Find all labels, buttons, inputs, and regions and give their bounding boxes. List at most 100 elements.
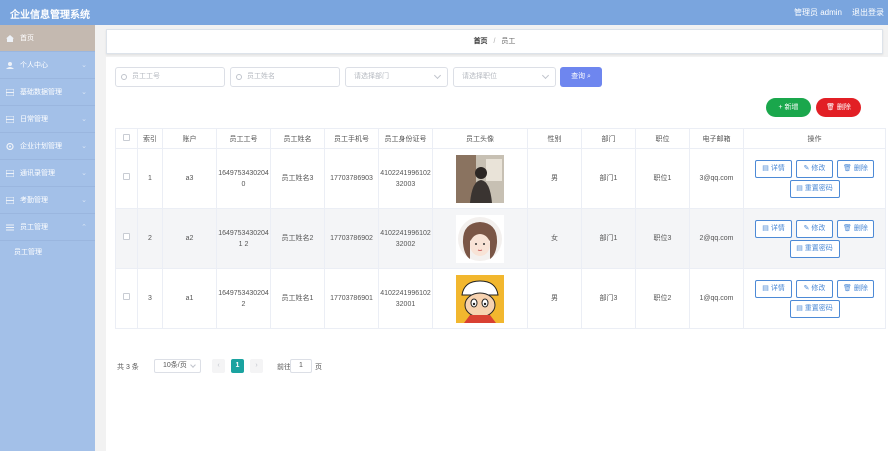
reset-password-label: 重置密码 xyxy=(804,304,833,312)
department-select[interactable]: 请选择部门 xyxy=(345,67,448,87)
cell-account: a3 xyxy=(162,148,217,209)
column-header: 操作 xyxy=(743,128,886,149)
reset-password-button[interactable]: ▤ 重置密码 xyxy=(789,179,840,198)
reset-password-button[interactable]: ▤ 重置密码 xyxy=(789,299,840,318)
row-checkbox[interactable] xyxy=(123,293,130,300)
edit-button[interactable]: ✎ 修改 xyxy=(796,159,833,178)
position-placeholder: 请选择职位 xyxy=(462,73,497,80)
chevron-down-icon: ⌄ xyxy=(81,197,87,204)
employee-name-placeholder: 员工姓名 xyxy=(247,73,275,80)
detail-button[interactable]: ▤ 详情 xyxy=(755,159,793,178)
delete-button[interactable]: 🗑 删除 xyxy=(836,279,874,298)
batch-delete-label: 删除 xyxy=(836,104,851,111)
breadcrumb-current: 员工 xyxy=(501,38,516,45)
chevron-down-icon xyxy=(433,71,442,80)
user-icon xyxy=(6,61,14,69)
sidebar-item-contacts[interactable]: 通讯录管理 ⌄ xyxy=(0,160,95,187)
grid-icon xyxy=(6,115,14,123)
chevron-down-icon xyxy=(541,71,550,80)
sidebar-item-employee[interactable]: 员工管理 ⌃ xyxy=(0,214,95,241)
edit-button[interactable]: ✎ 修改 xyxy=(796,279,833,298)
column-header: 账户 xyxy=(162,128,217,149)
sidebar-item-label: 企业计划管理 xyxy=(19,143,62,150)
cell-id-card: 410224199610232002 xyxy=(378,208,433,269)
reset-password-label: 重置密码 xyxy=(804,184,833,192)
cell-account: a2 xyxy=(162,208,217,269)
cell-id-card: 410224199610232001 xyxy=(378,268,433,329)
detail-label: 详情 xyxy=(770,284,785,292)
employee-table: 索引 账户 员工工号 员工姓名 员工手机号 员工身份证号 员工头像 性别 部门 … xyxy=(115,128,886,329)
delete-button[interactable]: 🗑 删除 xyxy=(836,159,874,178)
cartoon-boy-avatar xyxy=(456,274,504,323)
employee-no-input[interactable]: 员工工号 xyxy=(115,67,225,87)
app-title: 企业信息管理系统 xyxy=(10,10,90,21)
prev-page-button[interactable]: ‹ xyxy=(212,359,225,373)
delete-label: 删除 xyxy=(853,284,868,292)
select-all-cell[interactable] xyxy=(115,128,138,149)
detail-button[interactable]: ▤ 详情 xyxy=(755,219,793,238)
cell-name: 员工姓名3 xyxy=(270,148,325,209)
breadcrumb: 首页 / 员工 xyxy=(106,29,883,54)
cell-avatar xyxy=(432,148,528,209)
department-placeholder: 请选择部门 xyxy=(354,73,389,80)
row-checkbox[interactable] xyxy=(123,173,130,180)
sidebar-item-personal-center[interactable]: 个人中心 ⌄ xyxy=(0,52,95,79)
breadcrumb-separator: / xyxy=(493,38,496,45)
employee-no-placeholder: 员工工号 xyxy=(132,73,160,80)
current-user-label: 管理员 admin xyxy=(793,8,842,17)
cell-gender: 男 xyxy=(527,268,582,329)
search-icon xyxy=(121,74,127,80)
next-page-button[interactable]: › xyxy=(250,359,263,373)
search-icon xyxy=(236,74,242,80)
chevron-down-icon: ⌄ xyxy=(81,116,87,123)
page-number-current[interactable]: 1 xyxy=(231,359,244,373)
select-all-checkbox[interactable] xyxy=(123,134,130,141)
column-header: 性别 xyxy=(527,128,582,149)
sidebar-item-home[interactable]: 首页 xyxy=(0,25,95,52)
logout-link[interactable]: 退出登录 xyxy=(852,7,884,18)
cell-email: 2@qq.com xyxy=(689,208,744,269)
cell-index: 1 xyxy=(137,148,163,209)
cell-emp-no: 16497534302042 xyxy=(216,268,271,329)
add-button[interactable]: + 新增 xyxy=(766,98,811,117)
grid-icon xyxy=(6,196,14,204)
cell-email: 3@qq.com xyxy=(689,148,744,209)
page-size-select[interactable]: 10条/页 xyxy=(154,359,201,373)
edit-label: 修改 xyxy=(811,284,826,292)
cell-avatar xyxy=(432,268,528,329)
sidebar-subitem-employee-management[interactable]: 员工管理 xyxy=(0,241,95,265)
column-header: 员工手机号 xyxy=(324,128,379,149)
sidebar-item-plan[interactable]: 企业计划管理 ⌄ xyxy=(0,133,95,160)
sidebar-item-basic-data[interactable]: 基础数据管理 ⌄ xyxy=(0,79,95,106)
delete-label: 删除 xyxy=(853,164,868,172)
detail-button[interactable]: ▤ 详情 xyxy=(755,279,793,298)
delete-label: 删除 xyxy=(853,224,868,232)
chevron-up-icon: ⌃ xyxy=(81,224,87,231)
edit-button[interactable]: ✎ 修改 xyxy=(796,219,833,238)
employee-name-input[interactable]: 员工姓名 xyxy=(230,67,340,87)
column-header: 员工身份证号 xyxy=(378,128,433,149)
cell-emp-no: 16497534302040 xyxy=(216,148,271,209)
query-label: 查询 xyxy=(571,73,586,80)
cell-avatar xyxy=(432,208,528,269)
goto-page-input[interactable]: 1 xyxy=(290,359,312,373)
batch-delete-button[interactable]: 🗑 删除 xyxy=(816,98,861,117)
cell-dept: 部门1 xyxy=(581,208,636,269)
grid-icon xyxy=(6,169,14,177)
sidebar-item-label: 日常管理 xyxy=(19,116,48,123)
cartoon-girl-avatar xyxy=(456,214,504,263)
reset-password-button[interactable]: ▤ 重置密码 xyxy=(789,239,840,258)
sidebar-item-daily[interactable]: 日常管理 ⌄ xyxy=(0,106,95,133)
sidebar-item-attendance[interactable]: 考勤管理 ⌄ xyxy=(0,187,95,214)
column-header: 职位 xyxy=(635,128,690,149)
delete-button[interactable]: 🗑 删除 xyxy=(836,219,874,238)
position-select[interactable]: 请选择职位 xyxy=(453,67,556,87)
row-checkbox[interactable] xyxy=(123,233,130,240)
query-button[interactable]: 查询 ⌕ xyxy=(560,67,602,87)
breadcrumb-home[interactable]: 首页 xyxy=(474,38,488,45)
cell-index: 3 xyxy=(137,268,163,329)
chevron-down-icon: ⌄ xyxy=(81,170,87,177)
edit-label: 修改 xyxy=(811,164,826,172)
cell-name: 员工姓名2 xyxy=(270,208,325,269)
cell-position: 职位3 xyxy=(635,208,690,269)
